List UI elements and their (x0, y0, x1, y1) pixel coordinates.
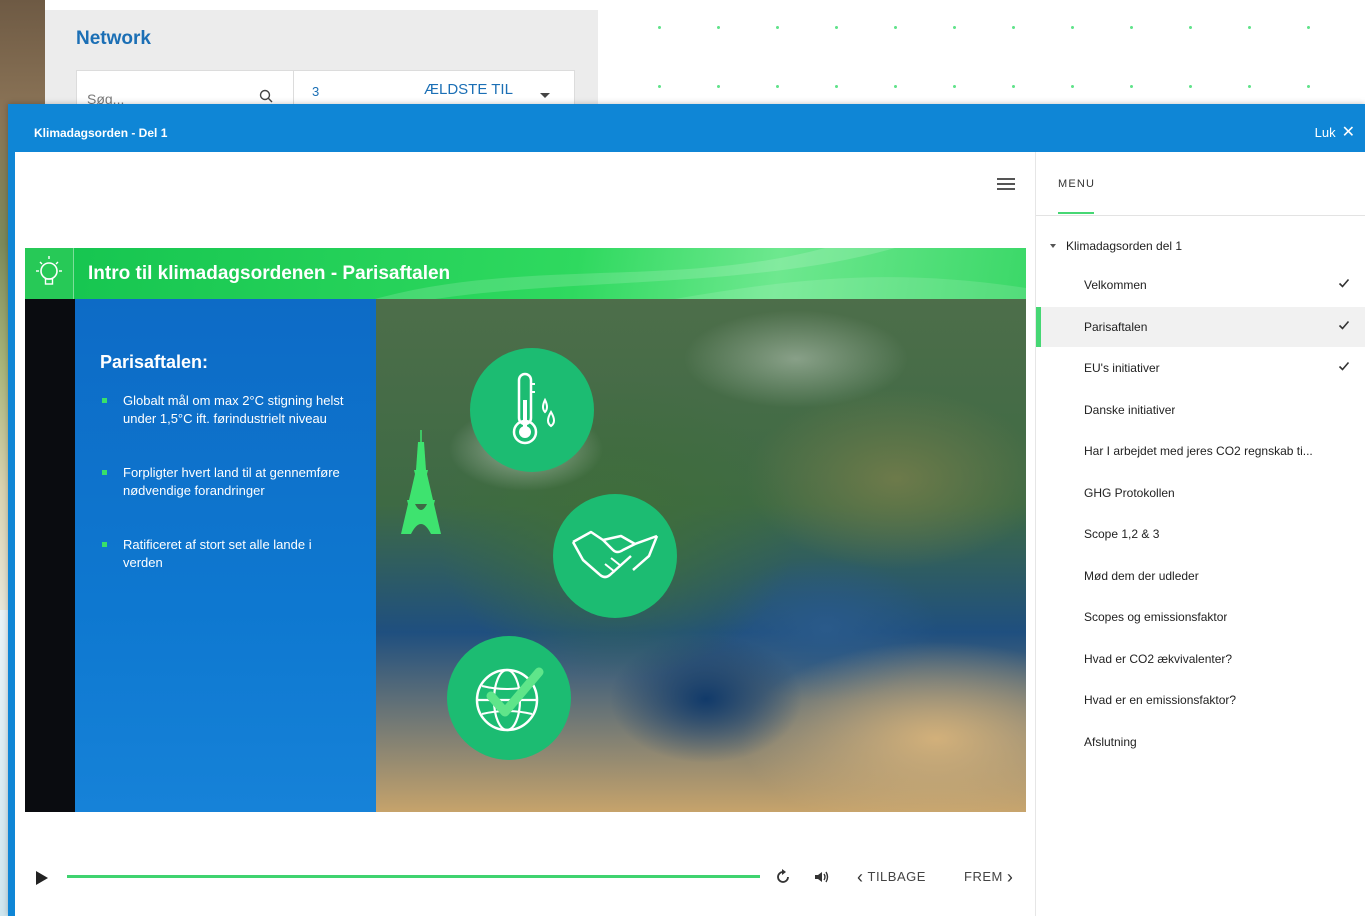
menu-item[interactable]: Danske initiativer (1036, 390, 1365, 430)
thermometer-icon (470, 348, 594, 472)
modal-title: Klimadagsorden - Del 1 (34, 126, 168, 140)
close-button[interactable]: Luk ✕ (1314, 123, 1355, 141)
menu-item-label: Hvad er en emissionsfaktor? (1084, 693, 1237, 707)
menu-item[interactable]: Scope 1,2 & 3 (1036, 514, 1365, 554)
volume-icon[interactable] (813, 868, 831, 886)
close-label: Luk (1314, 125, 1336, 140)
caret-down-icon (1050, 244, 1056, 248)
menu-item-label: GHG Protokollen (1084, 485, 1175, 500)
menu-item[interactable]: Mød dem der udleder (1036, 556, 1365, 596)
menu-item-label: Velkommen (1084, 278, 1147, 292)
forward-label: FREM (964, 869, 1003, 884)
menu-item[interactable]: Parisaftalen (1036, 306, 1365, 347)
slide-header-decoration (375, 248, 1026, 299)
menu-label: MENU (1058, 178, 1096, 190)
menu-item[interactable]: Afslutning (1036, 722, 1365, 762)
search-icon (259, 89, 273, 103)
slide-bullet: Forpligter hvert land til at gennemføre … (100, 464, 350, 500)
menu-label-underline (1058, 212, 1094, 214)
course-menu: MENU Klimadagsorden del 1 Velkommen Paris… (1035, 152, 1365, 916)
menu-item[interactable]: EU's initiativer (1036, 348, 1365, 388)
globe-check-icon (447, 636, 571, 760)
modal-header: Klimadagsorden - Del 1 Luk ✕ (8, 104, 1365, 152)
menu-item[interactable]: Hvad er CO2 ækvivalenter? (1036, 639, 1365, 679)
menu-item[interactable]: Velkommen (1036, 265, 1365, 305)
chevron-down-icon (540, 93, 550, 98)
course-modal: Klimadagsorden - Del 1 Luk ✕ Intro til k… (8, 104, 1365, 916)
menu-divider (1036, 215, 1365, 216)
slide-dark-strip (25, 299, 75, 812)
menu-item[interactable]: Hvad er en emissionsfaktor? (1036, 680, 1365, 720)
progress-bar[interactable] (67, 875, 760, 878)
checkmark-icon (1338, 278, 1350, 288)
slide-bullet: Ratificeret af stort set alle lande i ve… (100, 536, 350, 572)
modal-left-edge (8, 152, 15, 916)
close-icon: ✕ (1341, 123, 1355, 141)
background-result-count: 3 (312, 84, 320, 99)
replay-icon[interactable] (774, 868, 792, 886)
menu-item[interactable]: Har I arbejdet med jeres CO2 regnskab ti… (1036, 431, 1365, 471)
background-page-title: Network (76, 28, 151, 49)
menu-item-label: Parisaftalen (1084, 319, 1148, 334)
menu-item-label: EU's initiativer (1084, 361, 1160, 375)
menu-item[interactable]: Scopes og emissionsfaktor (1036, 597, 1365, 637)
forward-button[interactable]: FREM › (964, 866, 1014, 887)
menu-item-label: Har I arbejdet med jeres CO2 regnskab ti… (1084, 444, 1313, 458)
progress-fill (67, 875, 760, 878)
slide-title: Intro til klimadagsordenen - Parisaftale… (88, 263, 451, 284)
slide: Intro til klimadagsordenen - Parisaftale… (25, 248, 1026, 812)
menu-section-toggle[interactable]: Klimadagsorden del 1 (1050, 239, 1182, 253)
background-search-input[interactable]: Søg... (76, 70, 294, 107)
background-dot-pattern (610, 0, 1365, 104)
menu-toggle-button[interactable] (997, 178, 1015, 192)
lightbulb-icon (25, 248, 74, 299)
back-label: TILBAGE (867, 869, 926, 884)
play-button[interactable] (36, 871, 48, 885)
slide-heading: Parisaftalen: (100, 352, 209, 372)
chevron-right-icon: › (1006, 866, 1014, 887)
slide-bullet: Globalt mål om max 2°C stigning helst un… (100, 392, 350, 428)
menu-item-label: Scope 1,2 & 3 (1084, 527, 1160, 541)
handshake-icon (553, 494, 677, 618)
menu-item-label: Danske initiativer (1084, 402, 1176, 417)
menu-item-label: Hvad er CO2 ækvivalenter? (1084, 651, 1233, 666)
eiffel-tower-icon (401, 430, 441, 534)
background-sort-label: ÆLDSTE TIL (424, 81, 513, 98)
menu-item-label: Mød dem der udleder (1084, 568, 1199, 583)
menu-item[interactable]: GHG Protokollen (1036, 473, 1365, 513)
menu-item-label: Afslutning (1084, 734, 1137, 749)
menu-section-label: Klimadagsorden del 1 (1066, 239, 1183, 253)
menu-item-label: Scopes og emissionsfaktor (1084, 610, 1228, 624)
background-sort-dropdown[interactable]: 3 ÆLDSTE TIL (294, 70, 575, 104)
chevron-left-icon: ‹ (857, 866, 864, 887)
checkmark-icon (1338, 361, 1350, 371)
checkmark-icon (1338, 320, 1350, 330)
back-button[interactable]: ‹ TILBAGE (857, 866, 926, 887)
